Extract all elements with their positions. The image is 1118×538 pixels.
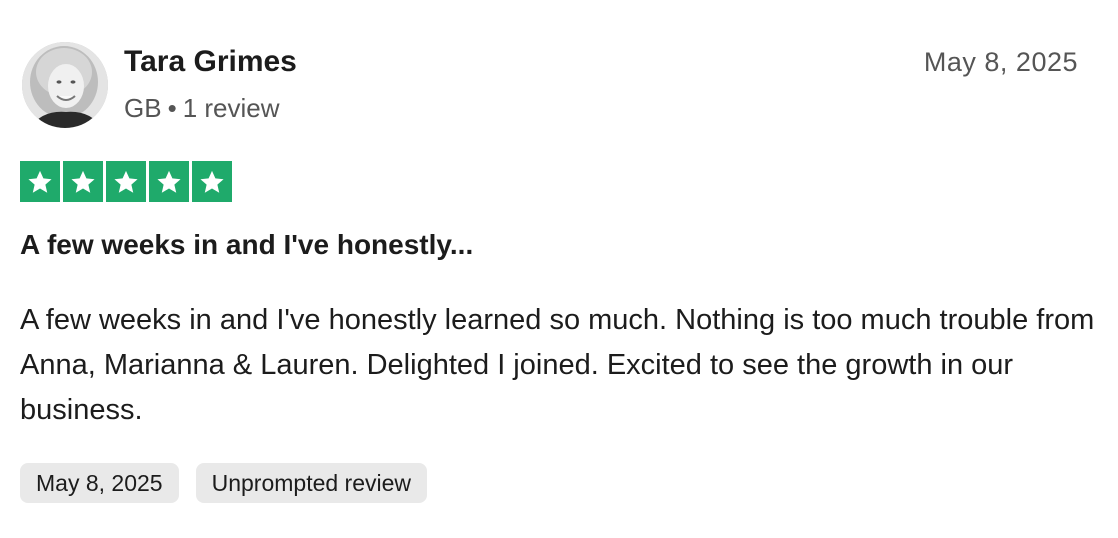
star-icon [192,161,232,202]
star-icon [106,161,146,202]
reviewer-country: GB [124,93,162,123]
star-icon [63,161,103,202]
star-icon [20,161,60,202]
avatar-photo [22,42,108,128]
review-body: A few weeks in and I've honestly learned… [20,304,1095,426]
avatar[interactable] [22,42,108,128]
review-card: Tara Grimes GB • 1 review May 8, 2025 A fe… [0,0,1118,538]
review-date: May 8, 2025 [923,47,1078,77]
star-icon [149,161,189,202]
review-tags: May 8, 2025 Unprompted review [20,463,428,503]
reviewer-name[interactable]: Tara Grimes [124,42,297,82]
unprompted-review-tag[interactable]: Unprompted review [195,463,428,503]
reviewer-review-count[interactable]: 1 review [183,93,280,123]
review-title[interactable]: A few weeks in and I've honestly... [20,226,473,264]
meta-separator: • [167,93,177,123]
reviewer-meta: GB • 1 review [124,90,280,126]
star-rating [20,161,232,202]
date-tag: May 8, 2025 [20,463,179,503]
